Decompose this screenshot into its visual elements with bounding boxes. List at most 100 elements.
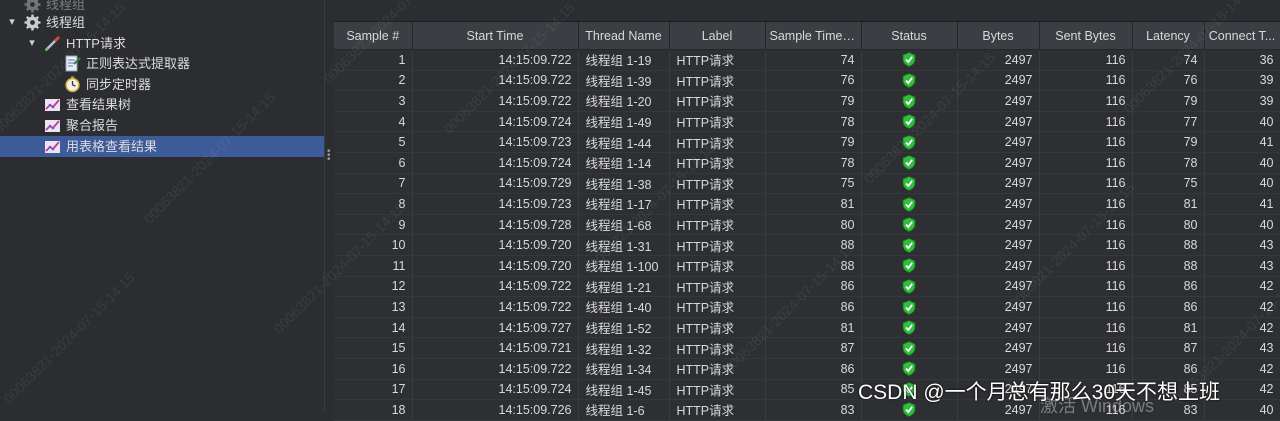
results-table-panel: Sample # Start Time Thread Name Label Sample… xyxy=(334,0,1280,421)
table-cell: 14:15:09.721 xyxy=(412,337,579,359)
table-cell: 2497 xyxy=(957,152,1040,174)
table-cell: 86 xyxy=(765,358,862,380)
column-header-4[interactable]: Label xyxy=(669,22,766,50)
table-cell: 116 xyxy=(1039,214,1133,236)
tree-node-3[interactable]: ▾ HTTP请求 xyxy=(0,33,324,54)
column-header-1[interactable]: Sample # xyxy=(334,22,413,50)
table-row[interactable]: 10 14:15:09.720 线程组 1-31 HTTP请求 88 2497 116 88 4… xyxy=(334,234,1280,256)
table-cell xyxy=(861,276,958,298)
table-row[interactable]: 7 14:15:09.729 线程组 1-38 HTTP请求 75 2497 116 75 40 xyxy=(334,173,1280,195)
table-cell: 79 xyxy=(765,131,862,153)
table-cell: 2497 xyxy=(957,214,1040,236)
table-cell: 线程组 1-34 xyxy=(578,358,670,380)
table-cell xyxy=(861,193,958,215)
table-cell: 42 xyxy=(1204,276,1280,298)
table-cell: 线程组 1-19 xyxy=(578,49,670,71)
table-cell: 17 xyxy=(334,379,413,401)
table-cell: 2497 xyxy=(957,255,1040,277)
table-row[interactable]: 2 14:15:09.722 线程组 1-39 HTTP请求 76 2497 116 76 39 xyxy=(334,70,1280,92)
table-cell: 14:15:09.722 xyxy=(412,276,579,298)
table-cell: 14:15:09.720 xyxy=(412,234,579,256)
table-cell: 80 xyxy=(765,214,862,236)
tree-node-4[interactable]: 正则表达式提取器 xyxy=(0,53,324,74)
tree-node-6[interactable]: 查看结果树 xyxy=(0,94,324,115)
column-header-10[interactable]: Connect T... xyxy=(1204,22,1280,50)
table-cell: 14:15:09.726 xyxy=(412,399,579,421)
table-cell: 81 xyxy=(765,193,862,215)
table-cell: 88 xyxy=(765,255,862,277)
table-cell: HTTP请求 xyxy=(669,379,766,401)
table-cell: HTTP请求 xyxy=(669,111,766,133)
table-cell: 16 xyxy=(334,358,413,380)
table-cell: 线程组 1-68 xyxy=(578,214,670,236)
table-row[interactable]: 4 14:15:09.724 线程组 1-49 HTTP请求 78 2497 116 77 40 xyxy=(334,111,1280,133)
column-header-7[interactable]: Bytes xyxy=(957,22,1040,50)
table-cell: HTTP请求 xyxy=(669,70,766,92)
table-cell xyxy=(861,131,958,153)
column-header-6[interactable]: Status xyxy=(861,22,958,50)
table-cell: 86 xyxy=(1132,276,1205,298)
table-cell: 13 xyxy=(334,296,413,318)
table-cell: 2497 xyxy=(957,49,1040,71)
table-cell: 2497 xyxy=(957,296,1040,318)
table-row[interactable]: 8 14:15:09.723 线程组 1-17 HTTP请求 81 2497 116 81 41 xyxy=(334,193,1280,215)
table-cell: 43 xyxy=(1204,234,1280,256)
table-cell: HTTP请求 xyxy=(669,131,766,153)
table-row[interactable]: 15 14:15:09.721 线程组 1-32 HTTP请求 87 2497 116 87 4… xyxy=(334,337,1280,359)
tree-node-7[interactable]: 聚合报告 xyxy=(0,115,324,136)
table-cell: 线程组 1-49 xyxy=(578,111,670,133)
table-cell: HTTP请求 xyxy=(669,399,766,421)
status-ok-icon xyxy=(902,237,916,253)
tree-node-label: 线程组 xyxy=(46,15,86,30)
table-cell: 11 xyxy=(334,255,413,277)
chevron-down-icon[interactable]: ▾ xyxy=(26,33,38,54)
graph-icon xyxy=(44,138,61,155)
table-cell xyxy=(861,337,958,359)
graph-icon xyxy=(44,96,61,113)
table-cell: HTTP请求 xyxy=(669,296,766,318)
table-cell: 14:15:09.729 xyxy=(412,173,579,195)
table-row[interactable]: 5 14:15:09.723 线程组 1-44 HTTP请求 79 2497 116 79 41 xyxy=(334,131,1280,153)
column-header-8[interactable]: Sent Bytes xyxy=(1039,22,1133,50)
tree-node-label: 用表格查看结果 xyxy=(66,139,158,154)
table-cell: 40 xyxy=(1204,152,1280,174)
table-cell: 2497 xyxy=(957,317,1040,339)
table-cell: 线程组 1-38 xyxy=(578,173,670,195)
table-row[interactable]: 3 14:15:09.722 线程组 1-20 HTTP请求 79 2497 116 79 39 xyxy=(334,90,1280,112)
table-row[interactable]: 12 14:15:09.722 线程组 1-21 HTTP请求 86 2497 116 86 4… xyxy=(334,276,1280,298)
table-row[interactable]: 9 14:15:09.728 线程组 1-68 HTTP请求 80 2497 116 80 40 xyxy=(334,214,1280,236)
table-cell: 14:15:09.722 xyxy=(412,296,579,318)
table-cell: 14:15:09.723 xyxy=(412,131,579,153)
tree-node-2[interactable]: ▾ 线程组 xyxy=(0,12,324,33)
table-cell: 85 xyxy=(765,379,862,401)
table-cell xyxy=(861,296,958,318)
table-row[interactable]: 14 14:15:09.727 线程组 1-52 HTTP请求 81 2497 116 81 4… xyxy=(334,317,1280,339)
tree-node-8[interactable]: 用表格查看结果 xyxy=(0,136,324,157)
table-cell: 39 xyxy=(1204,70,1280,92)
table-row[interactable]: 11 14:15:09.720 线程组 1-100 HTTP请求 88 2497 116 88… xyxy=(334,255,1280,277)
table-row[interactable]: 6 14:15:09.724 线程组 1-14 HTTP请求 78 2497 116 78 40 xyxy=(334,152,1280,174)
table-cell xyxy=(861,111,958,133)
table-cell: 2497 xyxy=(957,90,1040,112)
tree-node-5[interactable]: 同步定时器 xyxy=(0,74,324,95)
column-header-2[interactable]: Start Time xyxy=(412,22,579,50)
status-ok-icon xyxy=(902,361,916,377)
table-cell: 40 xyxy=(1204,214,1280,236)
status-ok-icon xyxy=(902,52,916,68)
table-cell: 88 xyxy=(1132,234,1205,256)
table-cell xyxy=(861,152,958,174)
column-header-3[interactable]: Thread Name xyxy=(578,22,670,50)
table-cell: 3 xyxy=(334,90,413,112)
table-cell: HTTP请求 xyxy=(669,337,766,359)
table-cell xyxy=(861,70,958,92)
table-cell: 116 xyxy=(1039,317,1133,339)
chevron-down-icon[interactable]: ▾ xyxy=(6,12,18,33)
column-header-9[interactable]: Latency xyxy=(1132,22,1205,50)
table-row[interactable]: 13 14:15:09.722 线程组 1-40 HTTP请求 86 2497 116 86 4… xyxy=(334,296,1280,318)
table-row[interactable]: 1 14:15:09.722 线程组 1-19 HTTP请求 74 2497 116 74 36 xyxy=(334,49,1280,71)
results-table: Sample # Start Time Thread Name Label Sample… xyxy=(334,22,1280,421)
table-cell: 83 xyxy=(765,399,862,421)
tree-node-label: 查看结果树 xyxy=(66,97,132,112)
column-header-5[interactable]: Sample Time(... xyxy=(765,22,862,50)
table-cell: 116 xyxy=(1039,193,1133,215)
